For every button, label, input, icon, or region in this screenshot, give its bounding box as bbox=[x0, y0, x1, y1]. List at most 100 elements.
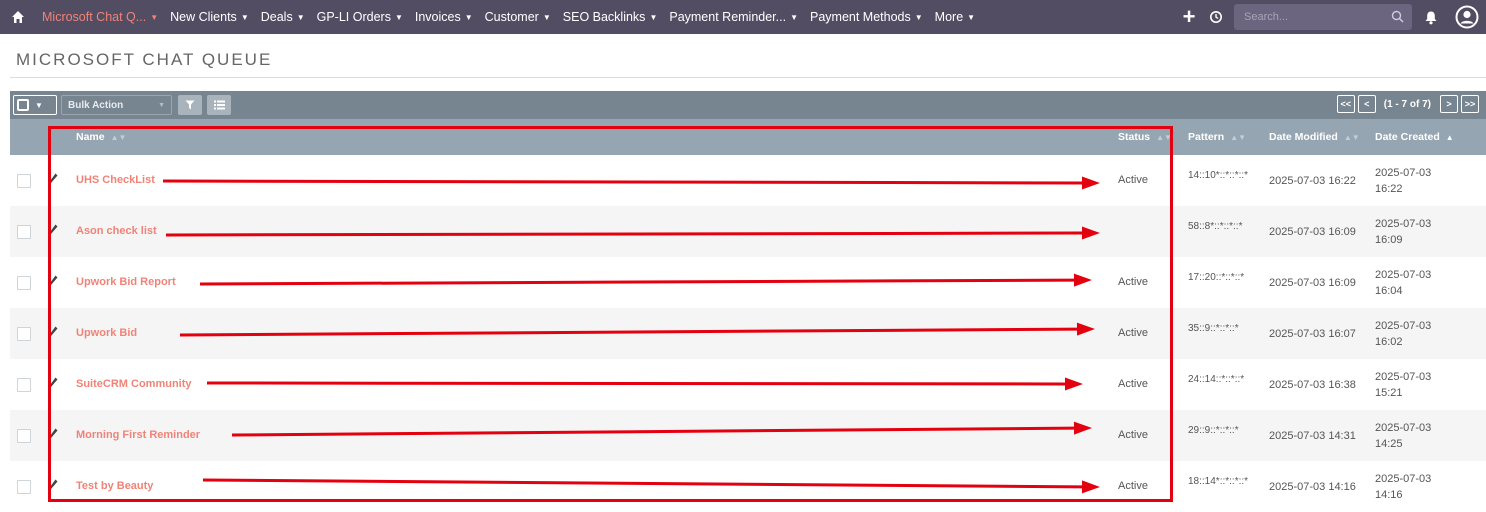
record-name-link[interactable]: Morning First Reminder bbox=[76, 429, 200, 441]
status-value: Active bbox=[1118, 174, 1148, 186]
search-input[interactable] bbox=[1234, 11, 1384, 23]
chevron-down-icon: ▼ bbox=[649, 12, 658, 22]
first-page-button[interactable]: << bbox=[1336, 95, 1355, 113]
row-checkbox[interactable] bbox=[17, 327, 31, 341]
chevron-down-icon: ▼ bbox=[464, 12, 473, 22]
nav-item-label: More bbox=[934, 10, 964, 24]
date-modified-value: 2025-07-03 16:38 bbox=[1269, 379, 1356, 391]
pattern-value: 29::9::*::*::* bbox=[1188, 425, 1239, 436]
chevron-down-icon: ▼ bbox=[158, 101, 165, 109]
record-name-link[interactable]: SuiteCRM Community bbox=[76, 378, 192, 390]
nav-item-new-clients[interactable]: New Clients ▼ bbox=[164, 0, 255, 34]
page-title: MICROSOFT CHAT QUEUE bbox=[16, 50, 273, 69]
pencil-icon[interactable] bbox=[48, 173, 58, 185]
nav-item-label: GP-LI Orders bbox=[316, 10, 391, 24]
notifications-button[interactable] bbox=[1412, 0, 1450, 34]
nav-item-customer[interactable]: Customer ▼ bbox=[479, 0, 557, 34]
column-header-date-modified[interactable]: Date Modified ▲▼ bbox=[1269, 119, 1360, 155]
list-toolbar: ▼ Bulk Action ▼ << < (1 - 7 of 7) > >> bbox=[10, 91, 1486, 119]
record-name-link[interactable]: Upwork Bid bbox=[76, 327, 137, 339]
row-checkbox[interactable] bbox=[17, 480, 31, 494]
pencil-icon[interactable] bbox=[48, 479, 58, 491]
chevron-down-icon: ▼ bbox=[914, 12, 923, 22]
pagination: << < (1 - 7 of 7) > >> bbox=[1334, 95, 1479, 113]
date-created-value: 2025-07-03 16:09 bbox=[1375, 218, 1432, 246]
nav-item-label: Deals bbox=[260, 10, 293, 24]
row-checkbox[interactable] bbox=[17, 429, 31, 443]
table-row: Morning First Reminder Active 29::9::*::*:… bbox=[10, 410, 1486, 461]
home-button[interactable] bbox=[0, 0, 36, 34]
filter-button[interactable] bbox=[178, 95, 202, 115]
column-header-pattern[interactable]: Pattern ▲▼ bbox=[1188, 119, 1246, 155]
record-name-link[interactable]: Test by Beauty bbox=[76, 480, 153, 492]
record-name-link[interactable]: UHS CheckList bbox=[76, 174, 155, 186]
nav-item-label: Invoices bbox=[414, 10, 461, 24]
nav-item-label: Payment Reminder... bbox=[669, 10, 787, 24]
module-menu: Microsoft Chat Q... ▼ New Clients ▼ Deals ▼ GP… bbox=[36, 0, 981, 34]
pencil-icon[interactable] bbox=[48, 224, 58, 236]
table-row: Test by Beauty Active 18::14*::*::*::* 2025… bbox=[10, 461, 1486, 512]
status-value: Active bbox=[1118, 378, 1148, 390]
pencil-icon[interactable] bbox=[48, 428, 58, 440]
nav-item-invoices[interactable]: Invoices ▼ bbox=[409, 0, 479, 34]
pencil-icon[interactable] bbox=[48, 326, 58, 338]
recent-history-button[interactable] bbox=[1202, 0, 1230, 34]
record-name-link[interactable]: Ason check list bbox=[76, 225, 157, 237]
nav-item-label: Payment Methods bbox=[810, 10, 911, 24]
column-header-name[interactable]: Name ▲▼ bbox=[76, 119, 126, 155]
next-page-button[interactable]: > bbox=[1440, 95, 1458, 113]
table-row: UHS CheckList Active 14::10*::*::*::* 2025-… bbox=[10, 155, 1486, 206]
column-header-status[interactable]: Status ▲▼ bbox=[1118, 119, 1172, 155]
date-modified-value: 2025-07-03 14:16 bbox=[1269, 481, 1356, 493]
pencil-icon[interactable] bbox=[48, 275, 58, 287]
home-icon bbox=[12, 11, 24, 23]
nav-item-gp-li-orders[interactable]: GP-LI Orders ▼ bbox=[311, 0, 409, 34]
select-all-checkbox[interactable] bbox=[17, 99, 29, 111]
chevron-down-icon: ▼ bbox=[296, 12, 305, 22]
prev-page-button[interactable]: < bbox=[1357, 95, 1376, 113]
last-page-button[interactable]: >> bbox=[1461, 95, 1479, 113]
page-count: (1 - 7 of 7) bbox=[1383, 98, 1431, 110]
pencil-icon[interactable] bbox=[48, 377, 58, 389]
date-created-value: 2025-07-03 16:04 bbox=[1375, 269, 1432, 297]
nav-item-microsoft-chat-q[interactable]: Microsoft Chat Q... ▼ bbox=[36, 0, 164, 34]
pattern-value: 24::14::*::*::* bbox=[1188, 374, 1245, 385]
top-navigation-bar: Microsoft Chat Q... ▼ New Clients ▼ Deals ▼ GP… bbox=[0, 0, 1486, 34]
filter-icon bbox=[185, 100, 195, 110]
date-created-value: 2025-07-03 16:22 bbox=[1375, 167, 1432, 195]
table-row: Ason check list 58::8*::*::*::* 2025-07-03… bbox=[10, 206, 1486, 257]
status-value: Active bbox=[1118, 276, 1148, 288]
select-all-dropdown[interactable]: ▼ bbox=[13, 95, 57, 115]
column-chooser-button[interactable] bbox=[207, 95, 231, 115]
user-menu-button[interactable] bbox=[1450, 0, 1484, 34]
date-modified-value: 2025-07-03 14:31 bbox=[1269, 430, 1356, 442]
record-name-link[interactable]: Upwork Bid Report bbox=[76, 276, 176, 288]
date-modified-value: 2025-07-03 16:22 bbox=[1269, 175, 1356, 187]
chevron-down-icon: ▼ bbox=[394, 12, 403, 22]
plus-icon: + bbox=[1182, 4, 1196, 29]
chevron-down-icon: ▼ bbox=[967, 12, 976, 22]
nav-item-seo-backlinks[interactable]: SEO Backlinks ▼ bbox=[557, 0, 664, 34]
table-header: Name ▲▼ Status ▲▼ Pattern ▲▼ Date Modified ▲… bbox=[10, 119, 1486, 155]
date-modified-value: 2025-07-03 16:09 bbox=[1269, 277, 1356, 289]
global-search[interactable] bbox=[1234, 4, 1412, 30]
nav-item-deals[interactable]: Deals ▼ bbox=[255, 0, 311, 34]
create-button[interactable]: + bbox=[1176, 0, 1202, 34]
row-checkbox[interactable] bbox=[17, 174, 31, 188]
pattern-value: 17::20::*::*::* bbox=[1188, 272, 1245, 283]
sort-icon: ▲▼ bbox=[1156, 133, 1172, 142]
row-checkbox[interactable] bbox=[17, 378, 31, 392]
row-checkbox[interactable] bbox=[17, 225, 31, 239]
nav-item-payment-methods[interactable]: Payment Methods ▼ bbox=[804, 0, 929, 34]
column-header-label: Date Modified bbox=[1269, 131, 1338, 143]
nav-item-payment-reminder[interactable]: Payment Reminder... ▼ bbox=[663, 0, 804, 34]
table-row: Upwork Bid Report Active 17::20::*::*::* 20… bbox=[10, 257, 1486, 308]
row-checkbox[interactable] bbox=[17, 276, 31, 290]
nav-item-label: Microsoft Chat Q... bbox=[42, 10, 147, 24]
nav-item-more[interactable]: More ▼ bbox=[929, 0, 981, 34]
column-header-date-created[interactable]: Date Created ▲ bbox=[1375, 119, 1454, 155]
bell-icon bbox=[1425, 11, 1437, 24]
search-icon[interactable] bbox=[1391, 10, 1404, 23]
chevron-down-icon: ▼ bbox=[150, 12, 159, 22]
bulk-action-dropdown[interactable]: Bulk Action ▼ bbox=[61, 95, 172, 115]
